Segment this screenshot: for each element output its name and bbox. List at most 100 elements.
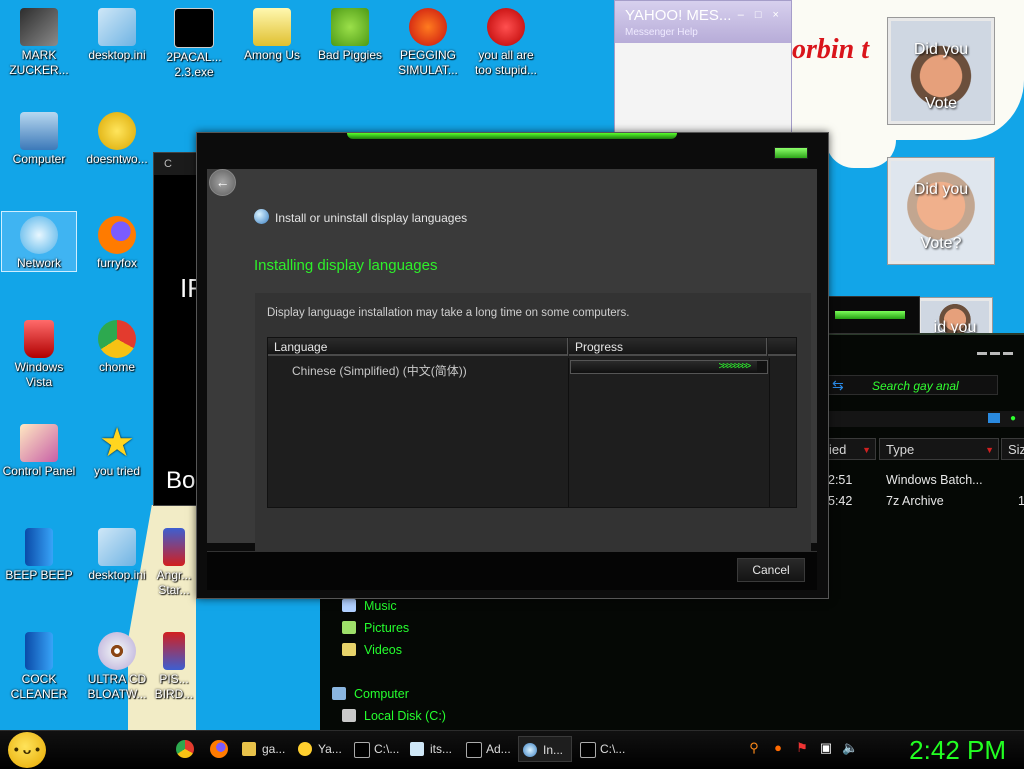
star-icon: ★ [99,421,135,465]
blue-book-icon [25,528,53,566]
icon-control-panel[interactable]: Control Panel [2,420,76,479]
nav-pictures[interactable]: Pictures [326,617,486,639]
language-globe-icon [523,743,537,757]
icon-label: furryfox [96,256,137,270]
file-modified: 5:42 [828,494,853,508]
icon-bad-piggies[interactable]: Bad Piggies [313,4,387,63]
search-icon[interactable]: ⚲ [746,740,762,756]
icon-birds[interactable]: PIS... BIRD... [146,628,202,702]
dialog-footer: Cancel [207,551,817,590]
icon-2pacal-exe[interactable]: 2PACAL... 2.3.exe [157,4,231,80]
column-header-language[interactable]: Language [268,338,568,356]
icon-label: PIS... BIRD... [154,672,194,701]
refresh-icon[interactable]: ⇆ [832,377,848,393]
icon-desktop-ini-2[interactable]: desktop.ini [80,524,154,583]
icon-windows-vista[interactable]: Windows Vista [2,316,76,390]
game-icon [163,528,185,566]
explorer-window-controls[interactable]: ▬▬▬ [977,347,1016,358]
icon-label: PEGGING SIMULAT... [398,48,458,77]
icon-dev-cpp[interactable]: you all are too stupid... [469,4,543,78]
column-header-modified[interactable]: ied ▼ [822,438,876,460]
file-row[interactable]: 5:42 7z Archive 1 [828,491,1024,511]
7zip-icon [580,742,596,758]
music-icon [342,599,356,612]
column-label: Siz [1008,442,1024,457]
install-panel: Display language installation may take a… [255,293,811,562]
start-button[interactable]: • ᴗ • [8,732,46,768]
blue-book-icon [25,632,53,670]
task-ad[interactable]: Ad... [462,736,516,762]
icon-doesntwork[interactable]: doesntwo... [80,108,154,167]
icon-label: Network [16,256,61,270]
videos-icon [342,643,356,656]
back-button[interactable]: ← [209,169,236,196]
dev-cpp-icon [487,8,525,46]
task-its[interactable]: its... [406,736,460,762]
vote-card-top-text: Did you [913,181,969,198]
task-7z[interactable]: C:\... [576,736,630,762]
icon-chome[interactable]: chome [80,316,154,375]
icon-angry-birds-star[interactable]: Angr... Star... [146,524,202,598]
view-icon[interactable] [988,413,1000,423]
language-progress-bar: >>>>>>>> [570,360,768,374]
media-icon[interactable]: ● [770,740,786,756]
yahoo-icon [298,742,312,756]
icon-label: Among Us [243,48,301,62]
icon-label: ULTRA CD BLOATW... [87,672,147,701]
icon-label: desktop.ini [88,48,146,62]
file-row[interactable]: 2:51 Windows Batch... [828,470,1024,490]
volume-icon[interactable]: 🔈 [842,740,858,756]
task-label: ga... [262,742,286,756]
nav-videos[interactable]: Videos [326,639,486,661]
cancel-button[interactable]: Cancel [737,558,805,582]
task-yahoo[interactable]: Ya... [294,736,348,762]
clock[interactable]: 2:42 PM [909,733,1006,767]
action-center-icon[interactable]: ⚑ [794,740,810,756]
icon-desktop-ini-1[interactable]: desktop.ini [80,4,154,63]
task-label: its... [430,742,453,756]
column-header-type[interactable]: Type ▼ [879,438,999,460]
chrome-icon[interactable] [176,740,194,758]
yahoo-menu[interactable]: Messenger Help [625,27,781,38]
yahoo-window-controls[interactable]: – □ × [738,9,783,21]
firefox-icon[interactable] [210,740,228,758]
column-header-size[interactable]: Siz [1001,438,1024,460]
maximize-button[interactable] [774,147,808,159]
icon-mark-zucker[interactable]: MARK ZUCKER... [2,4,76,78]
vote-card-3: id you [918,298,992,338]
background-window-glow [835,311,905,319]
icon-you-tried[interactable]: ★ you tried [80,420,154,479]
icon-beep-beep[interactable]: BEEP BEEP [2,524,76,583]
yahoo-messenger-window[interactable]: YAHOO! MES... Messenger Help – □ × [614,0,792,142]
game-icon [163,632,185,670]
cmd-text-2: Bo [166,467,196,494]
icon-among-us[interactable]: Among Us [235,4,309,63]
task-cmd-1[interactable]: C:\... [350,736,404,762]
sort-arrow-icon: ▼ [985,445,994,455]
icon-network[interactable]: Network [1,211,77,272]
dialog-heading: Installing display languages [254,257,438,274]
icon-pegging-simulator[interactable]: PEGGING SIMULAT... [391,4,465,78]
icon-ultra-cd[interactable]: ULTRA CD BLOATW... [80,628,154,702]
column-header-progress[interactable]: Progress [569,338,767,356]
yahoo-logo: YAHOO! MES... [625,7,732,24]
task-install-languages[interactable]: In... [518,736,572,762]
icon-label: Computer [12,152,66,166]
pig-icon [331,8,369,46]
file-modified: 2:51 [828,473,853,487]
computer-icon [20,112,58,150]
desktop: YAHOO! MES... Messenger Help – □ × orbin … [0,0,1024,730]
task-ga[interactable]: ga... [238,736,292,762]
nav-local-disk[interactable]: Local Disk (C:) [326,705,486,727]
progress-column [568,358,770,507]
search-input[interactable]: Search gay anal [828,375,998,395]
notepad-icon [410,742,424,756]
nav-computer[interactable]: Computer [326,683,486,705]
column-header-blank [768,338,796,356]
vote-card-top-text: Did you [913,41,969,58]
icon-computer[interactable]: Computer [2,108,76,167]
language-install-dialog[interactable]: Install or uninstall display languages I… [196,132,829,599]
icon-cleaner[interactable]: COCK CLEANER [2,628,76,702]
network-tray-icon[interactable]: ▣ [818,740,834,756]
icon-furryfox[interactable]: furryfox [80,212,154,271]
